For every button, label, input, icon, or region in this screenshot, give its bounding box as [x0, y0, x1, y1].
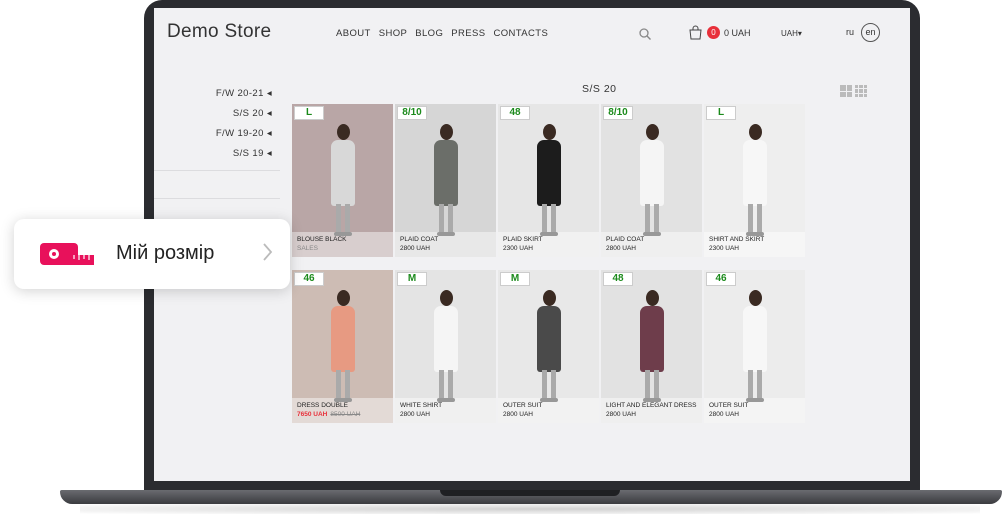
cart-count-badge: 0: [707, 26, 720, 39]
product-price: 2800 UAH: [709, 411, 739, 418]
sidebar-item-fw-19-20[interactable]: F/W 19-20 ◂: [216, 128, 272, 148]
product-card[interactable]: L BLOUSE BLACK SALES: [292, 104, 393, 257]
store-logo[interactable]: Demo Store: [167, 21, 271, 43]
product-name: LIGHT AND ELEGANT DRESS: [606, 402, 697, 409]
product-photo: [534, 290, 564, 410]
product-card[interactable]: 46 DRESS DOUBLE 7650 UAH 8500 UAH: [292, 270, 393, 423]
product-photo: [637, 290, 667, 410]
cart[interactable]: 0 0 UAH: [688, 25, 751, 40]
product-name: PLAID SKIRT: [503, 236, 543, 243]
nav-press[interactable]: PRESS: [451, 28, 485, 39]
product-price: 2800 UAH: [400, 245, 430, 252]
size-badge: 46: [294, 272, 324, 286]
product-info: WHITE SHIRT 2800 UAH: [395, 398, 496, 423]
product-info: OUTER SUIT 2800 UAH: [498, 398, 599, 423]
product-info: DRESS DOUBLE 7650 UAH 8500 UAH: [292, 398, 393, 423]
size-badge: L: [706, 106, 736, 120]
sidebar-item-ss-20[interactable]: S/S 20 ◂: [216, 108, 272, 128]
product-name: OUTER SUIT: [709, 402, 749, 409]
product-old-price: 8500 UAH: [330, 411, 361, 418]
cart-total: 0 UAH: [724, 27, 751, 38]
product-price: 2800 UAH: [606, 245, 636, 252]
size-badge: L: [294, 106, 324, 120]
sidebar-divider: [154, 198, 280, 199]
product-info: LIGHT AND ELEGANT DRESS 2800 UAH: [601, 398, 702, 423]
nav-contacts[interactable]: CONTACTS: [493, 28, 548, 39]
nav-about[interactable]: ABOUT: [336, 28, 371, 39]
product-price: 2800 UAH: [503, 411, 533, 418]
size-badge: M: [500, 272, 530, 286]
nav-blog[interactable]: BLOG: [415, 28, 443, 39]
product-grid: L BLOUSE BLACK SALES 8/10 PLAID COAT 2800 UAH…: [292, 104, 808, 423]
product-card[interactable]: 8/10 PLAID COAT 2800 UAH: [601, 104, 702, 257]
product-photo: [740, 124, 770, 244]
product-name: OUTER SUIT: [503, 402, 543, 409]
product-card[interactable]: L SHIRT AND SKIRT 2300 UAH: [704, 104, 805, 257]
product-info: SHIRT AND SKIRT 2300 UAH: [704, 232, 805, 257]
grid-large-icon[interactable]: [840, 85, 852, 97]
product-name: SHIRT AND SKIRT: [709, 236, 765, 243]
search-icon[interactable]: [638, 27, 652, 41]
product-name: DRESS DOUBLE: [297, 402, 348, 409]
nav-shop[interactable]: SHOP: [379, 28, 408, 39]
product-photo: [740, 290, 770, 410]
product-price: 2300 UAH: [709, 245, 739, 252]
laptop-shadow: [80, 504, 980, 514]
product-name: BLOUSE BLACK: [297, 236, 347, 243]
size-badge: 8/10: [397, 106, 427, 120]
product-info: PLAID COAT 2800 UAH: [601, 232, 702, 257]
main-nav: ABOUT SHOP BLOG PRESS CONTACTS: [336, 28, 548, 39]
product-photo: [328, 290, 358, 410]
product-info: OUTER SUIT 2800 UAH: [704, 398, 805, 423]
lang-en-link[interactable]: en: [861, 23, 880, 42]
product-card[interactable]: 8/10 PLAID COAT 2800 UAH: [395, 104, 496, 257]
currency-select[interactable]: UAH▾: [781, 29, 802, 38]
product-price: 2800 UAH: [606, 411, 636, 418]
product-photo: [534, 124, 564, 244]
product-photo: [328, 124, 358, 244]
view-toggle: [840, 85, 867, 97]
size-badge: 48: [603, 272, 633, 286]
product-info: BLOUSE BLACK SALES: [292, 232, 393, 257]
product-info: PLAID COAT 2800 UAH: [395, 232, 496, 257]
product-photo: [431, 290, 461, 410]
size-badge: 8/10: [603, 106, 633, 120]
product-card[interactable]: M WHITE SHIRT 2800 UAH: [395, 270, 496, 423]
product-card[interactable]: 48 PLAID SKIRT 2300 UAH: [498, 104, 599, 257]
product-card[interactable]: 46 OUTER SUIT 2800 UAH: [704, 270, 805, 423]
size-badge: M: [397, 272, 427, 286]
my-size-label: Мій розмір: [116, 242, 215, 264]
product-price: 7650 UAH: [297, 411, 328, 418]
sidebar-item-ss-19[interactable]: S/S 19 ◂: [216, 148, 272, 168]
section-title: S/S 20: [582, 83, 617, 95]
my-size-widget[interactable]: Мій розмір: [14, 219, 290, 289]
product-name: PLAID COAT: [400, 236, 439, 243]
product-price: SALES: [297, 245, 318, 252]
product-info: PLAID SKIRT 2300 UAH: [498, 232, 599, 257]
size-badge: 48: [500, 106, 530, 120]
product-card[interactable]: 48 LIGHT AND ELEGANT DRESS 2800 UAH: [601, 270, 702, 423]
product-photo: [431, 124, 461, 244]
product-name: WHITE SHIRT: [400, 402, 443, 409]
chevron-right-icon: [263, 243, 273, 261]
size-badge: 46: [706, 272, 736, 286]
grid-small-icon[interactable]: [855, 85, 867, 97]
measuring-tape-icon: [40, 243, 94, 265]
product-name: PLAID COAT: [606, 236, 645, 243]
shopping-bag-icon: [689, 25, 702, 40]
laptop-notch: [440, 490, 620, 496]
product-photo: [637, 124, 667, 244]
product-card[interactable]: M OUTER SUIT 2800 UAH: [498, 270, 599, 423]
sidebar-divider: [154, 170, 280, 171]
lang-ru-link[interactable]: ru: [846, 27, 854, 37]
product-price: 2300 UAH: [503, 245, 533, 252]
season-sidebar: F/W 20-21 ◂ S/S 20 ◂ F/W 19-20 ◂ S/S 19 …: [216, 88, 272, 168]
sidebar-item-fw-20-21[interactable]: F/W 20-21 ◂: [216, 88, 272, 108]
product-price: 2800 UAH: [400, 411, 430, 418]
